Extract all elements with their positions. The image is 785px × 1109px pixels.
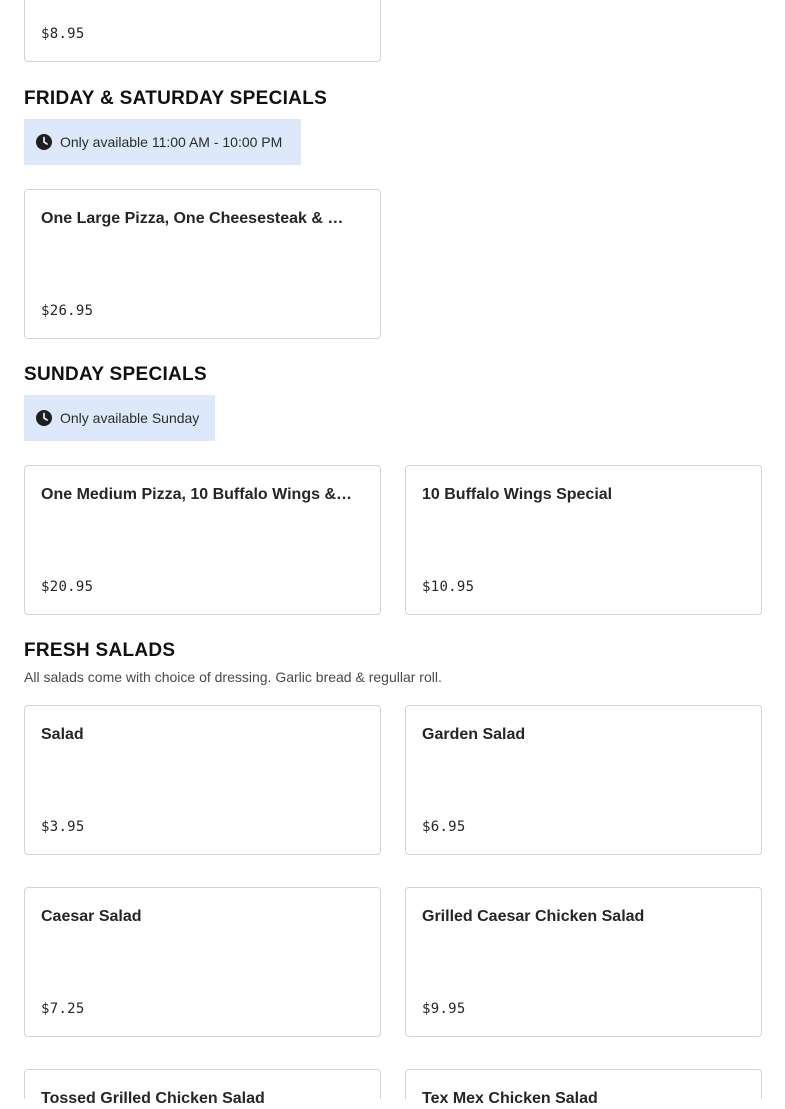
item-price: $20.95	[41, 579, 94, 595]
item-price: $26.95	[41, 303, 94, 319]
menu-item-card[interactable]: Caesar Salad $7.25	[24, 887, 381, 1037]
clock-icon	[36, 410, 52, 426]
item-name: One Large Pizza, One Cheesesteak & 10 Bu…	[41, 210, 352, 227]
availability-banner: Only available Sunday	[24, 395, 215, 441]
menu-item-card[interactable]: Grilled Caesar Chicken Salad $9.95	[405, 887, 762, 1037]
availability-text: Only available Sunday	[60, 410, 200, 426]
menu-item-card[interactable]: Tossed Grilled Chicken Salad	[24, 1069, 381, 1107]
item-name: Tossed Grilled Chicken Salad	[41, 1090, 265, 1107]
item-name: Tex Mex Chicken Salad	[422, 1090, 598, 1107]
menu-item-card[interactable]: One Large Pizza, One Cheesesteak & 10 Bu…	[24, 189, 381, 339]
item-name: One Medium Pizza, 10 Buffalo Wings & 2 L…	[41, 486, 352, 503]
item-price: $7.25	[41, 1001, 85, 1017]
item-name: 10 Buffalo Wings Special	[422, 486, 613, 503]
availability-banner: Only available 11:00 AM - 10:00 PM	[24, 119, 301, 165]
item-price: $3.95	[41, 819, 85, 835]
section-title-fri-sat-specials: FRIDAY & SATURDAY SPECIALS	[24, 88, 328, 109]
item-price: $9.95	[422, 1001, 466, 1017]
availability-text: Only available 11:00 AM - 10:00 PM	[60, 134, 283, 150]
item-name: Caesar Salad	[41, 908, 142, 925]
menu-item-card[interactable]: One Medium Pizza, 10 Buffalo Wings & 2 L…	[24, 465, 381, 615]
menu-item-card[interactable]: Salad $3.95	[24, 705, 381, 855]
clock-icon	[36, 134, 52, 150]
item-price: $10.95	[422, 579, 475, 595]
item-name: Grilled Caesar Chicken Salad	[422, 908, 645, 925]
menu-item-card[interactable]: Tex Mex Chicken Salad	[405, 1069, 762, 1107]
item-price: $6.95	[422, 819, 466, 835]
item-name: Garden Salad	[422, 726, 526, 743]
menu-item-card[interactable]: $8.95	[24, 0, 381, 62]
section-description: All salads come with choice of dressing.…	[24, 669, 442, 685]
section-title-sunday-specials: SUNDAY SPECIALS	[24, 364, 207, 385]
item-name: Salad	[41, 726, 84, 743]
item-price: $8.95	[41, 26, 85, 42]
menu-item-card[interactable]: Garden Salad $6.95	[405, 705, 762, 855]
section-title-fresh-salads: FRESH SALADS	[24, 640, 176, 661]
menu-item-card[interactable]: 10 Buffalo Wings Special $10.95	[405, 465, 762, 615]
